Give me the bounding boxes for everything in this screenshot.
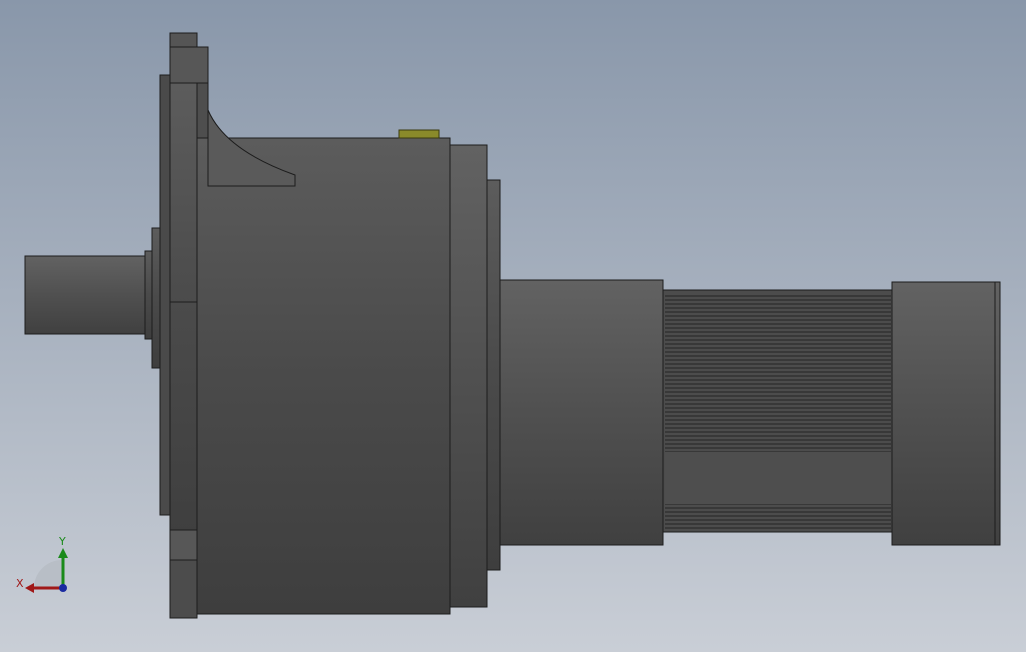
cad-graphics-viewport[interactable]: X Y xyxy=(0,0,1026,652)
gearbox-housing[interactable] xyxy=(196,109,501,615)
triad-y-label: Y xyxy=(58,535,66,548)
name-plate xyxy=(398,129,440,139)
motor-front-bell[interactable] xyxy=(499,279,664,546)
motor-rear-cap[interactable] xyxy=(891,281,1001,546)
motor-stator-fins[interactable] xyxy=(662,289,894,533)
triad-x-label: X xyxy=(16,577,24,590)
